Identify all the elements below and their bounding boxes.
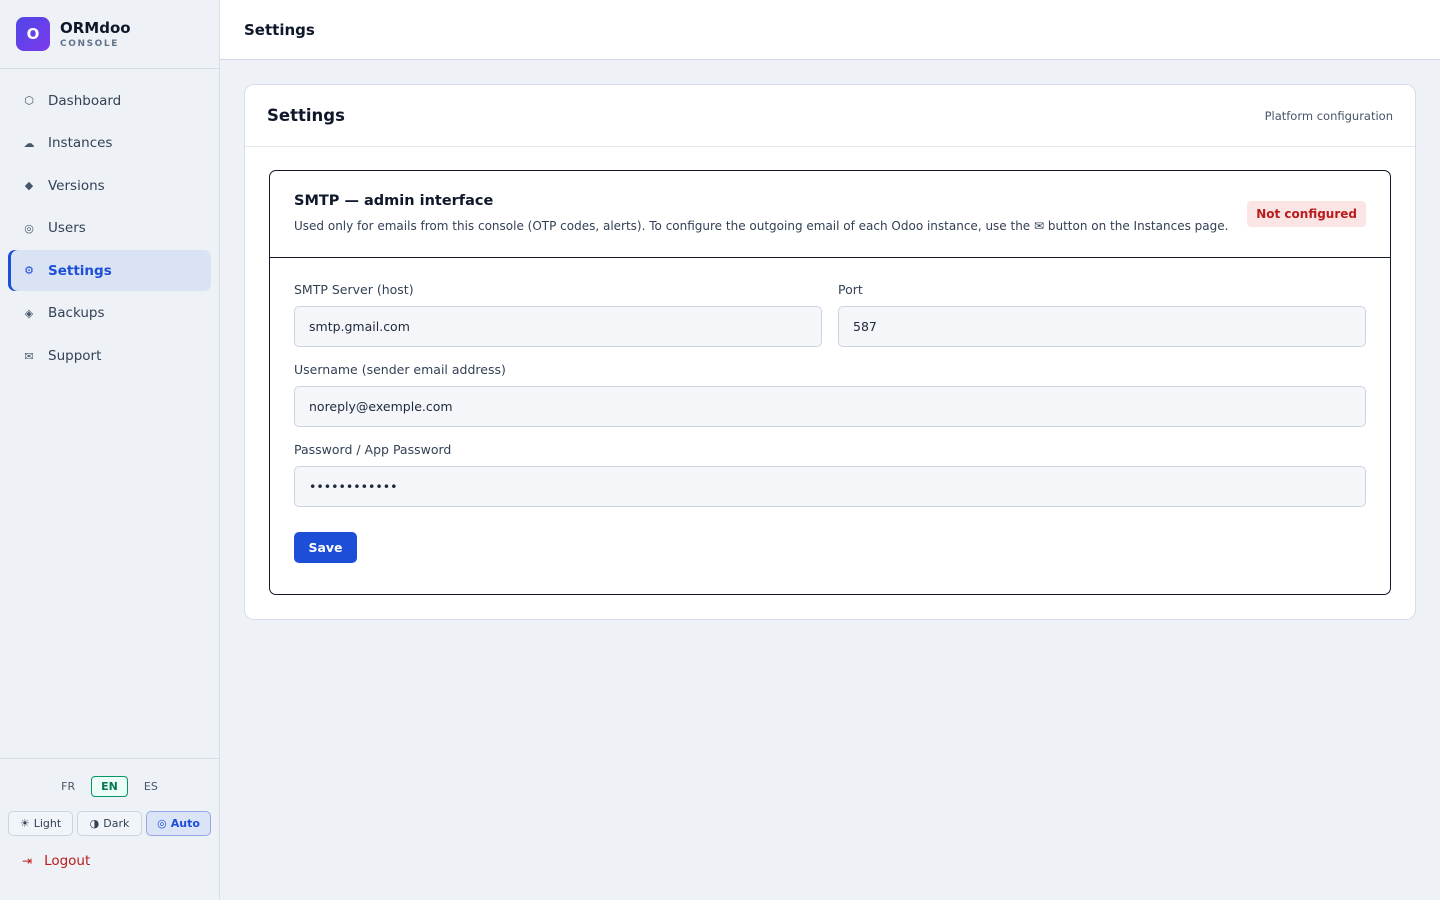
brand-logo: O <box>16 17 50 51</box>
brand: O ORMdoo CONSOLE <box>0 0 219 69</box>
language-es[interactable]: ES <box>134 776 168 797</box>
sidebar-item-support[interactable]: ✉ Support <box>8 336 211 377</box>
backup-icon: ◈ <box>24 306 34 320</box>
host-port-row: SMTP Server (host) Port <box>294 282 1366 347</box>
sidebar-item-label: Backups <box>48 305 105 322</box>
host-field: SMTP Server (host) <box>294 282 822 347</box>
mail-icon: ✉ <box>24 349 34 363</box>
auto-icon: ◎ <box>157 817 167 830</box>
password-field: Password / App Password <box>294 442 1366 507</box>
theme-label: Dark <box>103 817 130 830</box>
theme-auto-button[interactable]: ◎ Auto <box>146 811 211 836</box>
sun-icon: ☀ <box>19 817 30 830</box>
sidebar-item-label: Instances <box>48 135 113 152</box>
top-header: Settings <box>220 0 1440 60</box>
theme-label: Light <box>33 817 62 830</box>
sidebar-item-users[interactable]: ◎ Users <box>8 208 211 249</box>
card-title: Settings <box>267 106 345 125</box>
diamond-icon: ◆ <box>24 179 34 193</box>
sidebar-item-label: Settings <box>48 262 112 279</box>
brand-text: ORMdoo CONSOLE <box>60 18 131 49</box>
smtp-description: Used only for emails from this console (… <box>294 219 1229 233</box>
port-label: Port <box>838 282 863 297</box>
smtp-password-input[interactable] <box>294 466 1366 507</box>
port-field: Port <box>838 282 1366 347</box>
logout-button[interactable]: ⇥ Logout <box>22 853 219 869</box>
username-field: Username (sender email address) <box>294 362 1366 427</box>
theme-light-button[interactable]: ☀ Light <box>8 811 73 836</box>
sidebar-item-dashboard[interactable]: ⬡ Dashboard <box>8 80 211 121</box>
smtp-form: SMTP Server (host) Port Username (sender… <box>270 258 1390 563</box>
theme-dark-button[interactable]: ◑ Dark <box>77 811 142 836</box>
sidebar-item-label: Users <box>48 220 86 237</box>
brand-subtitle: CONSOLE <box>60 38 120 49</box>
sidebar-item-versions[interactable]: ◆ Versions <box>8 165 211 206</box>
smtp-panel-header: SMTP — admin interface Used only for ema… <box>270 171 1390 258</box>
brand-name: ORMdoo <box>60 18 131 37</box>
language-en[interactable]: EN <box>91 776 128 797</box>
sidebar-item-label: Versions <box>48 177 105 194</box>
logout-icon: ⇥ <box>22 854 33 868</box>
smtp-panel: SMTP — admin interface Used only for ema… <box>269 170 1391 595</box>
theme-switcher: ☀ Light ◑ Dark ◎ Auto <box>8 811 211 836</box>
status-badge: Not configured <box>1247 201 1366 227</box>
smtp-port-input[interactable] <box>838 306 1366 347</box>
sidebar-item-label: Dashboard <box>48 92 122 109</box>
settings-card: Settings Platform configuration SMTP — a… <box>244 84 1416 620</box>
smtp-username-input[interactable] <box>294 386 1366 427</box>
hexagon-icon: ⬡ <box>24 94 34 107</box>
password-label: Password / App Password <box>294 442 452 457</box>
sidebar-item-settings[interactable]: ⚙ Settings <box>8 250 211 292</box>
sidebar-footer: FR EN ES ☀ Light ◑ Dark ◎ Auto ⇥ Logout <box>0 758 219 900</box>
card-header: Settings Platform configuration <box>245 85 1415 147</box>
host-label: SMTP Server (host) <box>294 282 414 297</box>
page-title: Settings <box>244 20 315 39</box>
sidebar-item-backups[interactable]: ◈ Backups <box>8 293 211 334</box>
smtp-title: SMTP — admin interface <box>294 193 494 209</box>
cloud-icon: ☁ <box>23 136 35 150</box>
sidebar-item-instances[interactable]: ☁ Instances <box>8 123 211 164</box>
gear-icon: ⚙ <box>24 264 34 278</box>
half-moon-icon: ◑ <box>89 817 100 830</box>
language-fr[interactable]: FR <box>51 776 85 797</box>
smtp-host-input[interactable] <box>294 306 822 347</box>
language-switcher: FR EN ES <box>0 776 219 797</box>
logout-label: Logout <box>44 853 91 869</box>
save-button[interactable]: Save <box>294 532 357 563</box>
theme-label: Auto <box>170 817 200 830</box>
sidebar-nav: ⬡ Dashboard ☁ Instances ◆ Versions ◎ Use… <box>0 69 219 377</box>
username-label: Username (sender email address) <box>294 362 506 377</box>
sidebar: O ORMdoo CONSOLE ⬡ Dashboard ☁ Instances… <box>0 0 220 900</box>
sidebar-item-label: Support <box>48 348 102 365</box>
user-circle-icon: ◎ <box>24 221 34 235</box>
card-subtitle: Platform configuration <box>1264 108 1393 123</box>
